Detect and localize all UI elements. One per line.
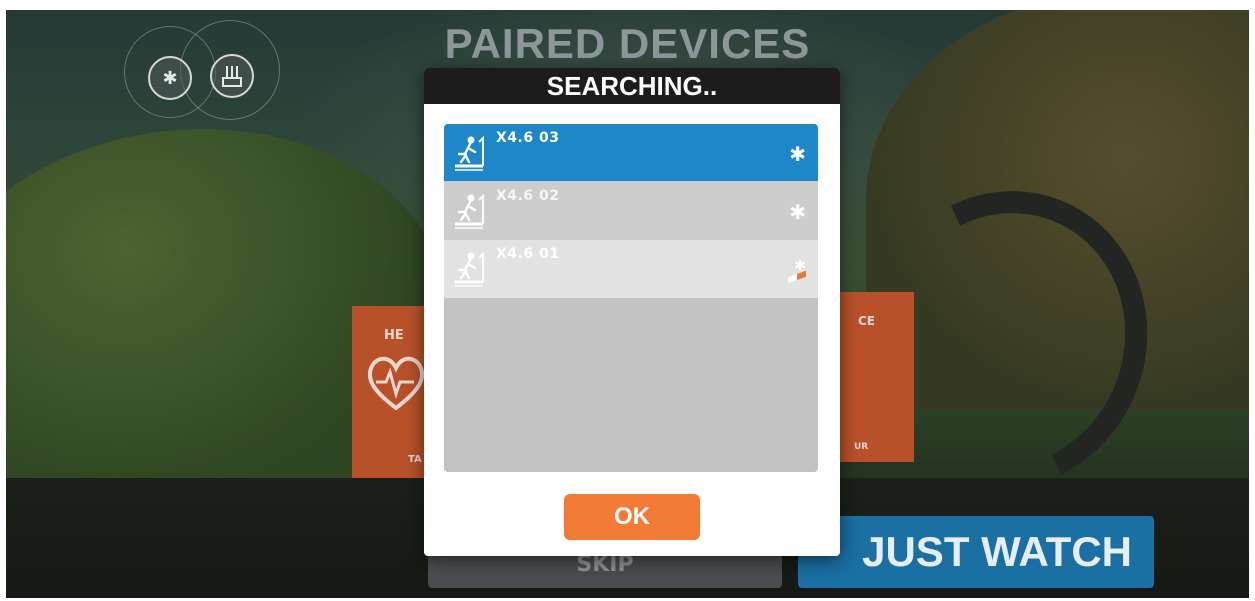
page-title: PAIRED DEVICES <box>444 20 811 67</box>
tile-label: HE <box>384 328 404 343</box>
tile-sublabel: TA <box>408 454 422 465</box>
dialog-title: SEARCHING.. <box>424 68 840 104</box>
heart-icon <box>367 356 425 411</box>
bluetooth-icon: ✱ <box>789 200 806 224</box>
device-name: X4.6 01 <box>496 246 560 262</box>
tile-sublabel: UR <box>854 442 869 452</box>
ok-button[interactable]: OK <box>564 494 700 540</box>
bluetooth-icon: ✱ <box>789 142 806 166</box>
device-list: X4.6 03 ✱ X4.6 02 ✱ X4.6 01 ✱ <box>444 124 818 472</box>
app-stage: ✱ PAIRED DEVICES HE TA CE UR SKIP JUST W… <box>6 10 1249 598</box>
device-row-selected[interactable]: X4.6 03 ✱ <box>444 124 818 182</box>
just-watch-button[interactable]: JUST WATCH <box>798 516 1154 588</box>
treadmill-icon <box>444 240 496 298</box>
device-row[interactable]: X4.6 01 ✱ <box>444 240 818 298</box>
speed-tile[interactable]: CE UR <box>834 292 914 462</box>
treadmill-icon <box>444 182 496 240</box>
scene-hill-right <box>866 10 1249 410</box>
heart-rate-tile[interactable]: HE TA <box>352 306 430 478</box>
searching-dialog: SEARCHING.. X4.6 03 ✱ X4.6 02 ✱ X4.6 01 … <box>424 68 840 556</box>
tile-label: CE <box>858 314 876 328</box>
device-row[interactable]: X4.6 02 ✱ <box>444 182 818 240</box>
device-name: X4.6 03 <box>496 130 560 146</box>
device-name: X4.6 02 <box>496 188 560 204</box>
treadmill-icon <box>444 124 496 182</box>
